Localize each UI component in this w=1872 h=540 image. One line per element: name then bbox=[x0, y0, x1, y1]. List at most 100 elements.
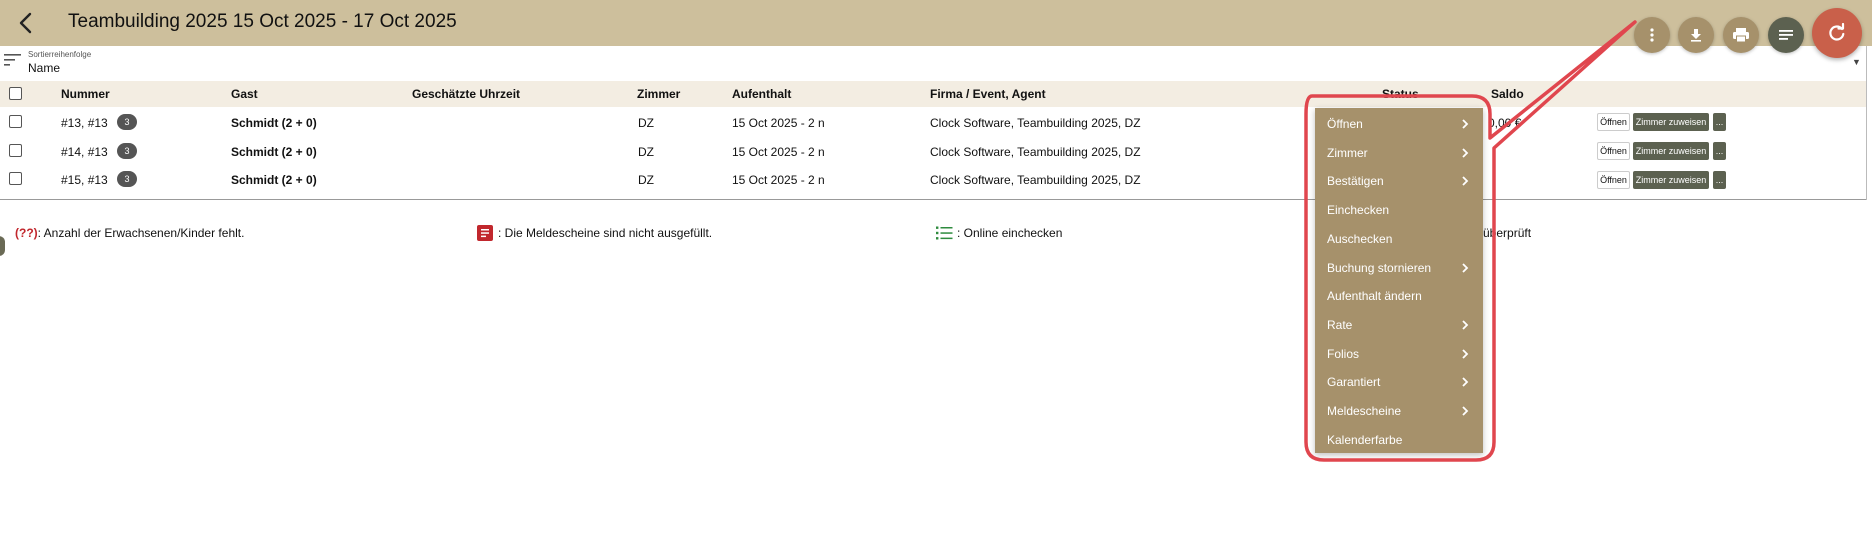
menu-item[interactable]: Zimmer bbox=[1315, 139, 1483, 167]
menu-item[interactable]: Buchung stornieren bbox=[1315, 254, 1483, 282]
side-drawer-handle[interactable] bbox=[0, 236, 5, 256]
chevron-right-icon bbox=[1462, 262, 1469, 273]
chevron-right-icon bbox=[1462, 406, 1469, 416]
menu-item-label: Öffnen bbox=[1327, 117, 1363, 131]
legend-missing-code: (??) bbox=[15, 226, 38, 240]
column-header-status[interactable]: Status bbox=[1382, 87, 1419, 101]
column-header-guest[interactable]: Gast bbox=[231, 87, 258, 101]
sort-dropdown-chevron-icon[interactable]: ▼ bbox=[1852, 57, 1861, 67]
room-count-badge: 3 bbox=[117, 171, 137, 187]
open-booking-button[interactable]: Öffnen bbox=[1597, 113, 1630, 131]
column-header-balance[interactable]: Saldo bbox=[1491, 87, 1524, 101]
column-header-stay[interactable]: Aufenthalt bbox=[732, 87, 791, 101]
column-header-company[interactable]: Firma / Event, Agent bbox=[930, 87, 1046, 101]
row-room: DZ bbox=[638, 116, 654, 130]
select-all-checkbox[interactable] bbox=[9, 87, 22, 100]
menu-item-label: Rate bbox=[1327, 317, 1353, 332]
sort-caption: Sortierreihenfolge bbox=[28, 50, 92, 59]
menu-item-label: Garantiert bbox=[1327, 375, 1381, 390]
row-guest: Schmidt (2 + 0) bbox=[231, 145, 317, 159]
row-guest: Schmidt (2 + 0) bbox=[231, 116, 317, 130]
list-view-button[interactable] bbox=[1768, 17, 1804, 53]
chevron-right-icon bbox=[1462, 148, 1469, 158]
column-header-estimated-time[interactable]: Geschätzte Uhrzeit bbox=[412, 87, 520, 101]
header-bar: Teambuilding 2025 15 Oct 2025 - 17 Oct 2… bbox=[0, 0, 1872, 46]
row-guest: Schmidt (2 + 0) bbox=[231, 173, 317, 187]
menu-item-label: Auschecken bbox=[1327, 231, 1393, 246]
menu-item-label: Zimmer bbox=[1327, 145, 1368, 160]
row-company: Clock Software, Teambuilding 2025, DZ bbox=[930, 173, 1141, 187]
row-checkbox[interactable] bbox=[9, 115, 22, 128]
download-button[interactable] bbox=[1678, 17, 1714, 53]
online-checkin-icon bbox=[936, 226, 953, 240]
menu-item[interactable]: Auschecken bbox=[1315, 225, 1483, 253]
row-balance: 0,00 € bbox=[1488, 116, 1522, 130]
column-header-number[interactable]: Nummer bbox=[61, 87, 110, 101]
row-room: DZ bbox=[638, 173, 654, 187]
row-checkbox[interactable] bbox=[9, 144, 22, 157]
sort-icon[interactable] bbox=[4, 53, 22, 67]
legend-missing-persons: (??): Anzahl der Erwachsenen/Kinder fehl… bbox=[15, 226, 244, 240]
legend-forms-text: : Die Meldescheine sind nicht ausgefüllt… bbox=[498, 226, 713, 240]
row-company: Clock Software, Teambuilding 2025, DZ bbox=[930, 145, 1141, 159]
more-vert-icon bbox=[1650, 28, 1654, 42]
print-icon bbox=[1733, 28, 1749, 43]
row-stay: 15 Oct 2025 - 2 n bbox=[732, 116, 825, 130]
refresh-icon bbox=[1829, 23, 1845, 41]
room-count-badge: 3 bbox=[117, 114, 137, 130]
assign-room-button[interactable]: Zimmer zuweisen bbox=[1633, 113, 1709, 131]
chevron-right-icon bbox=[1462, 320, 1469, 330]
assign-room-button[interactable]: Zimmer zuweisen bbox=[1633, 142, 1709, 160]
column-header-room[interactable]: Zimmer bbox=[637, 87, 680, 101]
menu-item-label: Kalenderfarbe bbox=[1327, 432, 1403, 447]
row-number: #13, #13 bbox=[61, 116, 108, 130]
download-icon bbox=[1691, 29, 1701, 42]
chevron-right-icon bbox=[1462, 119, 1469, 129]
refresh-button[interactable] bbox=[1812, 8, 1862, 58]
row-more-button[interactable]: ... bbox=[1713, 142, 1726, 160]
open-booking-button[interactable]: Öffnen bbox=[1597, 142, 1630, 160]
menu-item-label: Buchung stornieren bbox=[1327, 260, 1432, 275]
menu-item-label: Einchecken bbox=[1327, 203, 1390, 218]
registration-form-icon bbox=[477, 225, 493, 241]
open-booking-button[interactable]: Öffnen bbox=[1597, 171, 1630, 189]
print-button[interactable] bbox=[1723, 17, 1759, 53]
back-arrow-icon[interactable] bbox=[14, 10, 38, 36]
row-company: Clock Software, Teambuilding 2025, DZ bbox=[930, 116, 1141, 130]
chevron-right-icon bbox=[1462, 176, 1469, 187]
row-checkbox[interactable] bbox=[9, 172, 22, 185]
page-title: Teambuilding 2025 15 Oct 2025 - 17 Oct 2… bbox=[68, 11, 457, 32]
menu-item[interactable]: Rate bbox=[1315, 311, 1483, 339]
table-divider bbox=[0, 199, 1866, 200]
chevron-right-icon bbox=[1462, 377, 1469, 387]
row-more-button[interactable]: ... bbox=[1713, 171, 1726, 189]
row-number: #14, #13 bbox=[61, 145, 108, 159]
legend-verified-text: überprüft bbox=[1483, 226, 1532, 240]
booking-actions-menu: Öffnen Zimmer Bestätigen Einchecken Auscheck… bbox=[1315, 108, 1483, 453]
menu-item[interactable]: Folios bbox=[1315, 340, 1483, 368]
menu-item[interactable]: Meldescheine bbox=[1315, 397, 1483, 425]
app-root: Teambuilding 2025 15 Oct 2025 - 17 Oct 2… bbox=[0, 0, 1872, 540]
sort-select[interactable]: Name bbox=[28, 61, 60, 75]
menu-item-label: Folios bbox=[1327, 346, 1360, 361]
chevron-right-icon bbox=[1462, 348, 1469, 359]
row-more-button[interactable]: ... bbox=[1713, 113, 1726, 131]
menu-item-label: Bestätigen bbox=[1327, 174, 1384, 189]
row-room: DZ bbox=[638, 145, 654, 159]
row-stay: 15 Oct 2025 - 2 n bbox=[732, 145, 825, 159]
menu-item[interactable]: Garantiert bbox=[1315, 368, 1483, 396]
more-options-button[interactable] bbox=[1634, 17, 1670, 53]
assign-room-button[interactable]: Zimmer zuweisen bbox=[1633, 171, 1709, 189]
menu-item[interactable]: Kalenderfarbe bbox=[1315, 426, 1483, 454]
right-divider bbox=[1866, 46, 1867, 200]
menu-item-label: Meldescheine bbox=[1327, 404, 1402, 418]
menu-item[interactable]: Bestätigen bbox=[1315, 167, 1483, 195]
menu-item[interactable]: Öffnen bbox=[1315, 110, 1483, 138]
room-count-badge: 3 bbox=[117, 143, 137, 159]
menu-item[interactable]: Einchecken bbox=[1315, 196, 1483, 224]
menu-item[interactable]: Aufenthalt ändern bbox=[1315, 282, 1483, 310]
menu-item-label: Aufenthalt ändern bbox=[1327, 289, 1422, 304]
legend-missing-text: : Anzahl der Erwachsenen/Kinder fehlt. bbox=[37, 226, 245, 240]
row-stay: 15 Oct 2025 - 2 n bbox=[732, 173, 825, 187]
row-number: #15, #13 bbox=[61, 173, 108, 187]
